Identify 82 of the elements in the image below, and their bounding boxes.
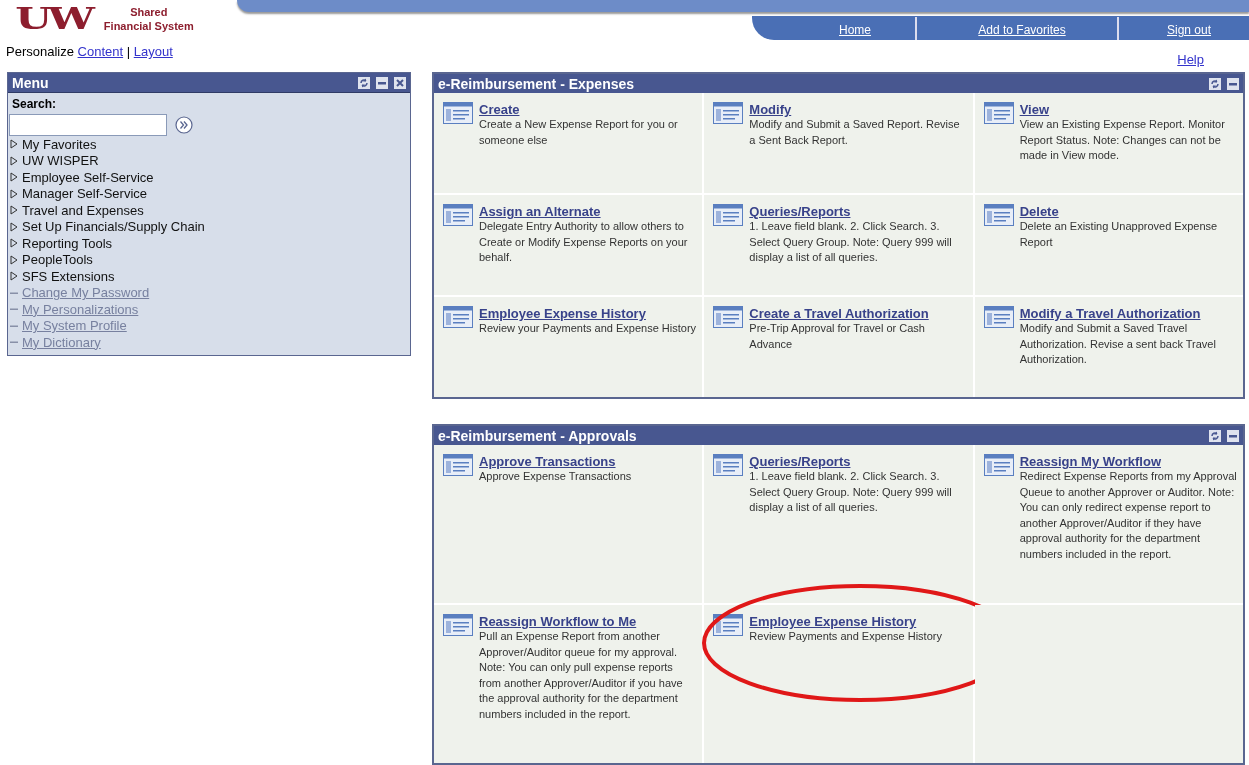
logo-mark: UW: [15, 4, 91, 34]
menu-folder[interactable]: Manager Self-Service: [22, 186, 147, 202]
nav-link[interactable]: Home: [785, 17, 915, 40]
pagelet-title: e-Reimbursement - Expenses: [438, 75, 636, 92]
menu-folder[interactable]: Reporting Tools: [22, 235, 113, 251]
expand-arrow-icon[interactable]: [9, 172, 19, 183]
page-icon: [443, 614, 473, 636]
separator: |: [126, 44, 131, 59]
search-label: Search:: [11, 97, 58, 111]
layout-link[interactable]: Layout: [133, 44, 173, 59]
close-icon[interactable]: [394, 76, 406, 89]
tile-link[interactable]: Create: [479, 102, 697, 117]
menu-title: Menu: [12, 74, 50, 91]
tile-description: 1. Leave field blank. 2. Click Search. 3. Select Query Group. Note: Query 999 will display a list of all queries.: [749, 469, 953, 515]
help-link[interactable]: Help: [1177, 52, 1204, 66]
page-icon: [713, 306, 744, 328]
page-icon: [713, 102, 744, 124]
personalize-label: Personalize: [6, 44, 74, 59]
content-link[interactable]: Content: [77, 44, 124, 59]
menu-folder[interactable]: UW WISPER: [22, 153, 99, 169]
search-field[interactable]: [9, 114, 167, 136]
page-icon: [713, 454, 744, 476]
tile-description: Create a New Expense Report for you or someone else: [479, 117, 679, 148]
menu-folder[interactable]: PeopleTools: [22, 252, 93, 268]
menu-folder[interactable]: SFS Extensions: [22, 268, 115, 284]
menu-folder[interactable]: My Favorites: [22, 136, 97, 152]
tile-link[interactable]: Reassign Workflow to Me: [479, 614, 697, 629]
page-icon: [443, 306, 473, 328]
menu-folder[interactable]: Travel and Expenses: [22, 202, 144, 218]
expand-arrow-icon[interactable]: [9, 155, 19, 166]
nav-link[interactable]: Sign out: [1117, 17, 1249, 40]
tile-description: Pull an Expense Report from another Approver/Auditor queue for my approval. Note: You can only pull expense reports from another Approver/Auditor if you have the approval authority for the department numbers included in the report.: [479, 629, 684, 722]
page-icon: [983, 102, 1014, 124]
tile-description: Modify and Submit a Saved Travel Authorization. Revise a sent back Travel Authorization.: [1019, 321, 1217, 367]
tile-link[interactable]: Reassign My Workflow: [1019, 454, 1237, 469]
refresh-icon[interactable]: [1209, 77, 1221, 90]
page-icon: [443, 204, 473, 226]
page-icon: [443, 102, 473, 124]
tile-description: Approve Expense Transactions: [479, 469, 632, 484]
tile-description: Delete an Existing Unapproved Expense Report: [1019, 219, 1219, 250]
page-icon: [983, 306, 1014, 328]
tile-link[interactable]: Queries/Reports: [749, 454, 967, 469]
tile-link[interactable]: Modify a Travel Authorization: [1019, 306, 1237, 321]
tile-description: Pre-Trip Approval for Travel or Cash Advance: [749, 321, 926, 352]
page-icon: [443, 454, 473, 476]
tile-link[interactable]: Delete: [1019, 204, 1237, 219]
page-icon: [983, 204, 1014, 226]
expand-arrow-icon[interactable]: [9, 271, 19, 282]
tile-link[interactable]: Employee Expense History: [749, 614, 942, 629]
expand-arrow-icon[interactable]: [9, 254, 19, 265]
expand-arrow-icon[interactable]: [9, 238, 19, 249]
tile-description: View an Existing Expense Report. Monitor Report Status. Note: Changes can not be made in View mode.: [1019, 117, 1226, 163]
tile-link[interactable]: Queries/Reports: [749, 204, 967, 219]
pagelet-title: e-Reimbursement - Approvals: [438, 427, 638, 444]
tile-description: Delegate Entry Authority to allow others to Create or Modify Expense Reports on your behalf.: [479, 219, 689, 265]
logo-name: Shared Financial System: [103, 5, 194, 33]
expand-arrow-icon[interactable]: [9, 221, 19, 232]
tile-description: Modify and Submit a Saved Report. Revise a Sent Back Report.: [749, 117, 961, 148]
minimize-icon[interactable]: [1227, 77, 1239, 90]
expand-arrow-icon[interactable]: [9, 205, 19, 216]
tile-link[interactable]: Approve Transactions: [479, 454, 632, 469]
refresh-icon[interactable]: [358, 76, 370, 89]
expand-arrow-icon[interactable]: [9, 139, 19, 150]
page-icon: [983, 454, 1014, 476]
go-icon[interactable]: [175, 116, 193, 134]
refresh-icon[interactable]: [1209, 429, 1221, 442]
page-icon: [713, 204, 744, 226]
tile-link[interactable]: Employee Expense History: [479, 306, 697, 321]
tile-description: Review your Payments and Expense History: [479, 321, 697, 336]
expand-arrow-icon[interactable]: [9, 188, 19, 199]
tile-link[interactable]: Assign an Alternate: [479, 204, 697, 219]
tile-link[interactable]: View: [1019, 102, 1237, 117]
menu-folder[interactable]: Employee Self-Service: [22, 169, 154, 185]
tile-link[interactable]: Modify: [749, 102, 967, 117]
tile-description: Redirect Expense Reports from my Approval Queue to another Approver or Auditor. Note: You can only redirect expense report to another Approver/Auditor if they have approval authority for the department numbers included in the report.: [1019, 469, 1237, 562]
tile-description: Review Payments and Expense History: [749, 629, 942, 644]
minimize-icon[interactable]: [376, 76, 388, 89]
nav-link[interactable]: Add to Favorites: [915, 17, 1117, 40]
tile-link[interactable]: Create a Travel Authorization: [749, 306, 967, 321]
menu-folder[interactable]: Set Up Financials/Supply Chain: [22, 219, 205, 235]
tile-description: 1. Leave field blank. 2. Click Search. 3. Select Query Group. Note: Query 999 will display a list of all queries.: [749, 219, 953, 265]
minimize-icon[interactable]: [1227, 429, 1239, 442]
